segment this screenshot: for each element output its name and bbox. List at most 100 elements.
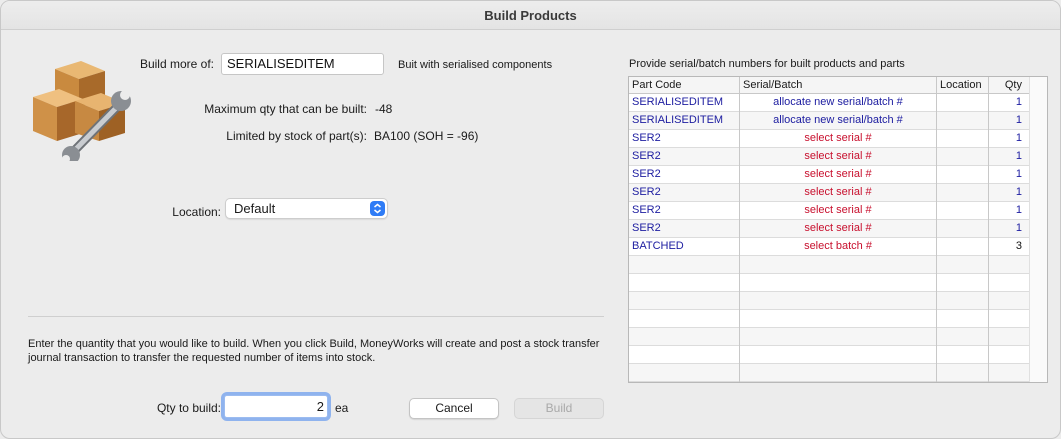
serial-batch-cell[interactable]: [740, 364, 937, 382]
location-cell[interactable]: [937, 112, 989, 130]
serial-batch-cell[interactable]: [740, 346, 937, 364]
part-code-cell[interactable]: SERIALISEDITEM: [629, 112, 740, 130]
build-item-field[interactable]: SERIALISEDITEM: [221, 53, 384, 75]
serial-batch-cell[interactable]: [740, 328, 937, 346]
qty-unit: ea: [335, 401, 349, 415]
qty-cell[interactable]: 1: [989, 202, 1030, 220]
table-row[interactable]: SER2 select serial # 1: [629, 166, 1047, 184]
serial-batch-cell[interactable]: select batch #: [740, 238, 937, 256]
location-cell[interactable]: [937, 184, 989, 202]
serial-batch-cell[interactable]: [740, 310, 937, 328]
window-title: Build Products: [1, 1, 1060, 30]
part-code-cell[interactable]: [629, 346, 740, 364]
limited-by-label: Limited by stock of part(s):: [226, 129, 367, 143]
header-location[interactable]: Location: [937, 77, 989, 94]
table-row[interactable]: SER2 select serial # 1: [629, 220, 1047, 238]
location-cell[interactable]: [937, 274, 989, 292]
grid-scrollbar[interactable]: [1029, 77, 1047, 382]
table-row[interactable]: [629, 328, 1047, 346]
part-code-cell[interactable]: SER2: [629, 130, 740, 148]
serial-batch-cell[interactable]: [740, 292, 937, 310]
table-row[interactable]: [629, 364, 1047, 382]
serial-batch-cell[interactable]: select serial #: [740, 220, 937, 238]
part-code-cell[interactable]: SERIALISEDITEM: [629, 94, 740, 112]
table-row[interactable]: SER2 select serial # 1: [629, 202, 1047, 220]
qty-cell[interactable]: [989, 310, 1030, 328]
serial-batch-grid: Part Code Serial/Batch Location Qty SERI…: [628, 76, 1048, 383]
location-cell[interactable]: [937, 202, 989, 220]
location-cell[interactable]: [937, 148, 989, 166]
part-code-cell[interactable]: [629, 292, 740, 310]
location-popup[interactable]: Default: [225, 198, 388, 219]
serial-batch-cell[interactable]: allocate new serial/batch #: [740, 112, 937, 130]
part-code-cell[interactable]: SER2: [629, 166, 740, 184]
part-code-cell[interactable]: [629, 328, 740, 346]
header-serial-batch[interactable]: Serial/Batch: [740, 77, 937, 94]
qty-cell[interactable]: [989, 292, 1030, 310]
location-cell[interactable]: [937, 130, 989, 148]
part-code-cell[interactable]: SER2: [629, 220, 740, 238]
table-row[interactable]: [629, 292, 1047, 310]
table-row[interactable]: [629, 256, 1047, 274]
qty-label: Qty to build:: [156, 401, 221, 415]
part-code-cell[interactable]: [629, 274, 740, 292]
part-code-cell[interactable]: BATCHED: [629, 238, 740, 256]
location-cell[interactable]: [937, 220, 989, 238]
table-row[interactable]: SER2 select serial # 1: [629, 148, 1047, 166]
qty-cell[interactable]: 3: [989, 238, 1030, 256]
qty-cell[interactable]: [989, 328, 1030, 346]
part-code-cell[interactable]: [629, 256, 740, 274]
cancel-button[interactable]: Cancel: [409, 398, 499, 419]
serial-batch-cell[interactable]: [740, 274, 937, 292]
serial-batch-cell[interactable]: select serial #: [740, 166, 937, 184]
serial-batch-cell[interactable]: select serial #: [740, 130, 937, 148]
location-cell[interactable]: [937, 310, 989, 328]
serial-batch-cell[interactable]: allocate new serial/batch #: [740, 94, 937, 112]
qty-cell[interactable]: [989, 256, 1030, 274]
part-code-cell[interactable]: SER2: [629, 202, 740, 220]
table-row[interactable]: BATCHED select batch # 3: [629, 238, 1047, 256]
qty-cell[interactable]: 1: [989, 112, 1030, 130]
table-row[interactable]: SERIALISEDITEM allocate new serial/batch …: [629, 112, 1047, 130]
qty-cell[interactable]: 1: [989, 130, 1030, 148]
grid-title: Provide serial/batch numbers for built p…: [629, 58, 905, 70]
build-button[interactable]: Build: [514, 398, 604, 419]
qty-cell[interactable]: 1: [989, 166, 1030, 184]
table-row[interactable]: SER2 select serial # 1: [629, 184, 1047, 202]
part-code-cell[interactable]: [629, 310, 740, 328]
location-cell[interactable]: [937, 166, 989, 184]
location-cell[interactable]: [937, 346, 989, 364]
location-cell[interactable]: [937, 364, 989, 382]
part-code-cell[interactable]: SER2: [629, 184, 740, 202]
limited-by-value: BA100 (SOH = -96): [374, 129, 479, 143]
location-cell[interactable]: [937, 256, 989, 274]
header-part-code[interactable]: Part Code: [629, 77, 740, 94]
qty-cell[interactable]: 1: [989, 148, 1030, 166]
location-cell[interactable]: [937, 328, 989, 346]
table-row[interactable]: SERIALISEDITEM allocate new serial/batch …: [629, 94, 1047, 112]
table-row[interactable]: [629, 346, 1047, 364]
serial-batch-cell[interactable]: [740, 256, 937, 274]
boxes-wrench-icon: [33, 61, 131, 161]
updown-chevron-icon: [370, 201, 385, 216]
location-cell[interactable]: [937, 94, 989, 112]
serial-batch-cell[interactable]: select serial #: [740, 184, 937, 202]
part-code-cell[interactable]: [629, 364, 740, 382]
table-row[interactable]: [629, 310, 1047, 328]
table-row[interactable]: SER2 select serial # 1: [629, 130, 1047, 148]
qty-cell[interactable]: 1: [989, 94, 1030, 112]
section-divider: [28, 316, 604, 317]
part-code-cell[interactable]: SER2: [629, 148, 740, 166]
qty-cell[interactable]: [989, 346, 1030, 364]
table-row[interactable]: [629, 274, 1047, 292]
header-qty[interactable]: Qty: [989, 77, 1030, 94]
location-cell[interactable]: [937, 292, 989, 310]
qty-cell[interactable]: [989, 274, 1030, 292]
qty-to-build-field[interactable]: 2: [224, 395, 328, 418]
serial-batch-cell[interactable]: select serial #: [740, 202, 937, 220]
qty-cell[interactable]: 1: [989, 184, 1030, 202]
serial-batch-cell[interactable]: select serial #: [740, 148, 937, 166]
qty-cell[interactable]: 1: [989, 220, 1030, 238]
qty-cell[interactable]: [989, 364, 1030, 382]
location-cell[interactable]: [937, 238, 989, 256]
